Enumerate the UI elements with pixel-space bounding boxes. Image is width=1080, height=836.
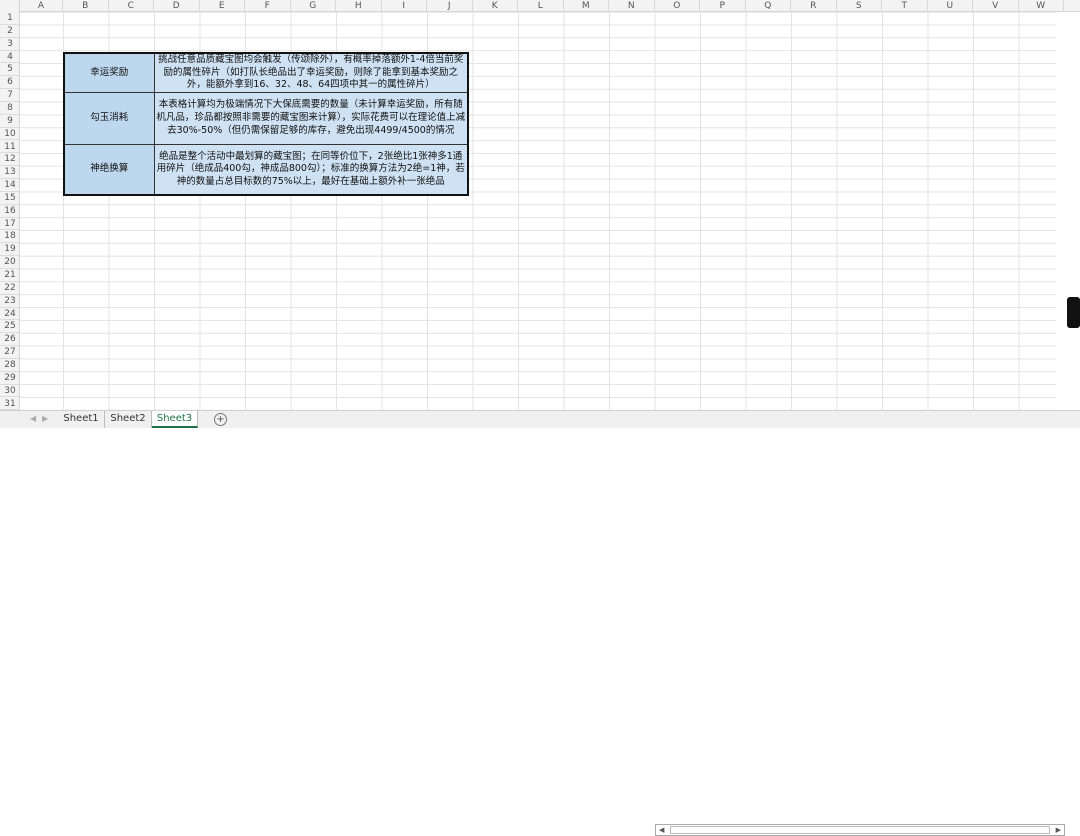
row-header-11[interactable]: 11 [0,141,20,154]
row-header-22[interactable]: 22 [0,282,20,295]
column-header-W[interactable]: W [1019,0,1064,12]
row-header-30[interactable]: 30 [0,385,20,398]
row-header-18[interactable]: 18 [0,230,20,244]
row-header-9[interactable]: 9 [0,115,20,128]
column-header-S[interactable]: S [837,0,882,12]
row-description[interactable]: 本表格计算均为极端情况下大保底需要的数量（未计算幸运奖励，所有随机凡品，珍品都按… [153,91,469,145]
row-header-bar: 1 2 3 4 5 6 7 8 9 10 11 12 13 14 15 16 17 18 19 20 21 22 23 24 2… [0,12,20,411]
sheet-tab-sheet1[interactable]: Sheet1 [58,411,105,428]
column-header-A[interactable]: A [20,0,63,12]
row-header-16[interactable]: 16 [0,205,20,218]
row-header-21[interactable]: 21 [0,269,20,282]
row-header-27[interactable]: 27 [0,346,20,359]
column-header-D[interactable]: D [154,0,200,12]
row-label[interactable]: 神绝换算 [63,143,155,196]
row-header-24[interactable]: 24 [0,308,20,321]
sheet-tab-sheet3[interactable]: Sheet3 [152,411,198,428]
row-label[interactable]: 勾玉消耗 [63,91,155,145]
row-header-28[interactable]: 28 [0,359,20,372]
row-header-25[interactable]: 25 [0,320,20,334]
sheet-tab-bar: ◀ ▶ Sheet1 Sheet2 Sheet3 + ◀ ▶ [0,410,1080,836]
row-header-10[interactable]: 10 [0,128,20,141]
sheet-tab-sheet2[interactable]: Sheet2 [105,411,152,428]
column-header-Q[interactable]: Q [746,0,791,12]
row-header-31[interactable]: 31 [0,398,20,411]
column-header-P[interactable]: P [700,0,746,12]
row-header-17[interactable]: 17 [0,218,20,231]
row-header-23[interactable]: 23 [0,295,20,308]
column-header-B[interactable]: B [63,0,109,12]
next-sheet-icon[interactable]: ▶ [42,414,48,423]
info-table: 幸运奖励 挑战任意品质藏宝图均会触发（传颂除外），有概率掉落额外1-4倍当前奖励的… [63,52,469,197]
horizontal-scrollbar-thumb[interactable] [670,826,1050,834]
row-header-12[interactable]: 12 [0,153,20,167]
column-header-L[interactable]: L [518,0,564,12]
column-header-J[interactable]: J [427,0,473,12]
column-header-T[interactable]: T [882,0,928,12]
row-header-4[interactable]: 4 [0,51,20,64]
column-header-O[interactable]: O [655,0,700,12]
column-header-H[interactable]: H [336,0,382,12]
column-header-E[interactable]: E [200,0,245,12]
row-header-6[interactable]: 6 [0,76,20,90]
row-description[interactable]: 绝品是整个活动中最划算的藏宝图；在同等价位下，2张绝比1张神多1通用碎片（绝成品… [153,143,469,196]
row-header-1[interactable]: 1 [0,12,20,25]
row-header-15[interactable]: 15 [0,192,20,205]
column-header-N[interactable]: N [609,0,655,12]
vertical-scrollbar-thumb[interactable] [1067,297,1080,328]
add-sheet-button[interactable]: + [214,413,227,426]
scroll-left-icon[interactable]: ◀ [659,825,664,835]
row-header-29[interactable]: 29 [0,372,20,385]
column-header-K[interactable]: K [473,0,518,12]
row-header-3[interactable]: 3 [0,38,20,51]
row-header-2[interactable]: 2 [0,25,20,38]
row-description[interactable]: 挑战任意品质藏宝图均会触发（传颂除外），有概率掉落额外1-4倍当前奖励的属性碎片… [153,52,469,93]
row-header-13[interactable]: 13 [0,166,20,180]
column-header-U[interactable]: U [928,0,973,12]
select-all-corner[interactable] [0,0,20,12]
prev-sheet-icon[interactable]: ◀ [30,414,36,423]
scroll-right-icon[interactable]: ▶ [1056,825,1061,835]
row-header-5[interactable]: 5 [0,63,20,77]
column-header-C[interactable]: C [109,0,154,12]
row-header-20[interactable]: 20 [0,256,20,269]
column-header-I[interactable]: I [382,0,427,12]
row-header-14[interactable]: 14 [0,179,20,192]
row-header-26[interactable]: 26 [0,333,20,347]
row-header-7[interactable]: 7 [0,89,20,102]
table-row: 勾玉消耗 本表格计算均为极端情况下大保底需要的数量（未计算幸运奖励，所有随机凡品，… [63,91,469,145]
table-row: 神绝换算 绝品是整个活动中最划算的藏宝图；在同等价位下，2张绝比1张神多1通用碎片… [63,143,469,196]
column-header-M[interactable]: M [564,0,609,12]
column-header-R[interactable]: R [791,0,837,12]
row-header-8[interactable]: 8 [0,102,20,115]
horizontal-scrollbar[interactable]: ◀ ▶ [655,824,1065,836]
column-header-G[interactable]: G [291,0,336,12]
table-row: 幸运奖励 挑战任意品质藏宝图均会触发（传颂除外），有概率掉落额外1-4倍当前奖励的… [63,52,469,93]
column-header-V[interactable]: V [973,0,1019,12]
column-header-bar: ABCDEFGHIJKLMNOPQRSTUVW [0,0,1080,12]
column-header-F[interactable]: F [245,0,291,12]
row-label[interactable]: 幸运奖励 [63,52,155,93]
row-header-19[interactable]: 19 [0,243,20,257]
